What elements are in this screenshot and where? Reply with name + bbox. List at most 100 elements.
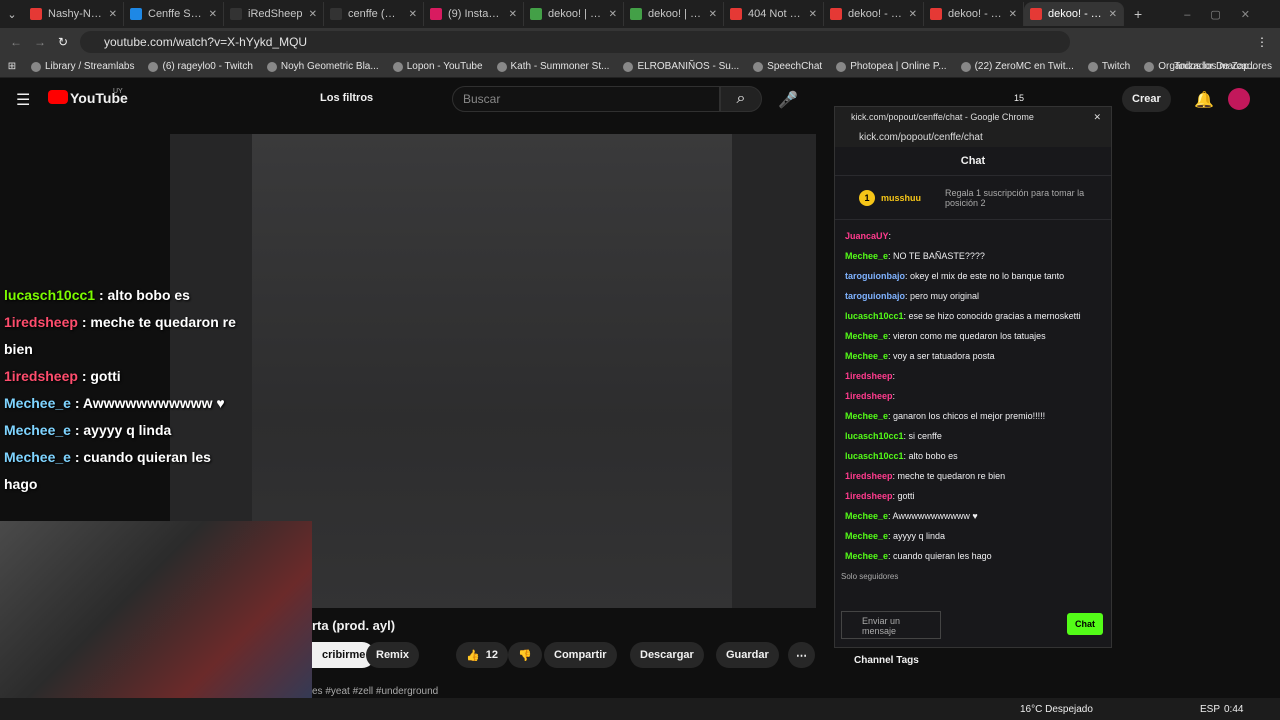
bookmark-label: Noyh Geometric Bla... xyxy=(280,61,379,72)
tab-close-icon[interactable]: ✕ xyxy=(209,9,217,20)
profile-icon[interactable]: ⋮ xyxy=(1256,35,1268,49)
overlay-chat-user: 1iredsheep xyxy=(4,314,78,330)
avatar[interactable] xyxy=(1228,88,1250,110)
back-icon[interactable]: ← xyxy=(10,35,22,49)
all-bookmarks[interactable]: Todos los marcadores xyxy=(1174,61,1272,72)
create-button[interactable]: Crear xyxy=(1122,86,1171,112)
browser-tab[interactable]: cenffe (@cenffe) ✕ xyxy=(324,2,424,26)
tab-close-icon[interactable]: ✕ xyxy=(609,9,617,20)
tab-close-icon[interactable]: ✕ xyxy=(309,9,317,20)
tab-favicon-icon xyxy=(730,8,742,20)
chat-username[interactable]: lucasch10cc1 xyxy=(845,451,904,461)
remix-button[interactable]: Remix xyxy=(366,642,420,668)
chat-username[interactable]: 1iredsheep xyxy=(845,471,893,481)
chat-username[interactable]: taroguionbajo xyxy=(845,291,905,301)
more-button[interactable]: ⋯ xyxy=(788,642,815,668)
chat-username[interactable]: Mechee_e xyxy=(845,351,888,361)
forward-icon[interactable]: → xyxy=(34,35,46,49)
channel-tags[interactable]: Channel Tags xyxy=(854,655,919,666)
bookmark-label: Lopon - YouTube xyxy=(406,61,483,72)
tab-close-icon[interactable]: ✕ xyxy=(1109,9,1117,20)
apps-icon[interactable]: ⊞ xyxy=(0,61,24,72)
tab-close-icon[interactable]: ✕ xyxy=(109,9,117,20)
chat-username[interactable]: 1iredsheep xyxy=(845,491,893,501)
chat-username[interactable]: JuancaUY xyxy=(845,231,889,241)
dislike-button[interactable]: 👎 xyxy=(508,642,542,668)
search-input[interactable]: Buscar xyxy=(452,86,720,112)
download-button[interactable]: Descargar xyxy=(630,642,704,668)
window-controls[interactable]: –▢✕ xyxy=(1184,8,1270,21)
tab-favicon-icon xyxy=(330,8,342,20)
browser-tab[interactable]: dekoo! | Spotify ✕ xyxy=(624,2,724,26)
browser-tab[interactable]: 404 Not Found ✕ xyxy=(724,2,824,26)
bookmark-item[interactable]: Twitch xyxy=(1081,61,1137,72)
chat-username[interactable]: Mechee_e xyxy=(845,551,888,561)
tab-close-icon[interactable]: ✕ xyxy=(809,9,817,20)
share-button[interactable]: Compartir xyxy=(544,642,617,668)
popup-close-icon[interactable]: ✕ xyxy=(1093,112,1101,123)
tab-favicon-icon xyxy=(430,8,442,20)
chat-messages: JuancaUY: Mechee_e: NO TE BAÑASTE???? taro… xyxy=(835,220,1111,566)
mic-icon[interactable]: 🎤 xyxy=(778,90,798,110)
like-button[interactable]: 👍 12 xyxy=(456,642,508,668)
bookmark-item[interactable]: Library / Streamlabs xyxy=(24,61,141,72)
overlay-chat-user: Mechee_e xyxy=(4,422,71,438)
share-label: Compartir xyxy=(554,649,607,661)
browser-tab[interactable]: dekoo! - Ya no ✕ xyxy=(1024,2,1124,26)
tab-close-icon[interactable]: ✕ xyxy=(709,9,717,20)
browser-tab[interactable]: (9) Instagram ✕ xyxy=(424,2,524,26)
kick-chat-popup: kick.com/popout/cenffe/chat - Google Chr… xyxy=(834,106,1112,648)
bookmark-item[interactable]: SpeechChat xyxy=(746,61,829,72)
tab-favicon-icon xyxy=(30,8,42,20)
chat-username[interactable]: 1iredsheep xyxy=(845,371,893,381)
overlay-chat-user: Mechee_e xyxy=(4,449,71,465)
tab-search-icon[interactable]: ⌄ xyxy=(0,8,24,21)
bookmark-item[interactable]: Noyh Geometric Bla... xyxy=(260,61,386,72)
chat-username[interactable]: Mechee_e xyxy=(845,331,888,341)
tab-close-icon[interactable]: ✕ xyxy=(509,9,517,20)
send-button[interactable]: Chat xyxy=(1067,613,1103,635)
filters-button[interactable]: Los filtros xyxy=(320,92,373,104)
tab-close-icon[interactable]: ✕ xyxy=(409,9,417,20)
bookmark-item[interactable]: (6) rageylo0 - Twitch xyxy=(141,61,259,72)
video-frame xyxy=(252,134,732,608)
chat-username[interactable]: 1iredsheep xyxy=(845,391,893,401)
chat-username[interactable]: Mechee_e xyxy=(845,251,888,261)
bookmark-item[interactable]: Photopea | Online P... xyxy=(829,61,953,72)
tab-close-icon[interactable]: ✕ xyxy=(1009,9,1017,20)
chat-username[interactable]: taroguionbajo xyxy=(845,271,905,281)
chat-text: : vieron como me quedaron los tatuajes xyxy=(888,331,1046,341)
chat-username[interactable]: Mechee_e xyxy=(845,411,888,421)
bookmark-label: SpeechChat xyxy=(767,61,823,72)
browser-tab[interactable]: Nashy-Nashai ✕ xyxy=(24,2,124,26)
chat-message: taroguionbajo: pero muy original xyxy=(835,286,1111,306)
new-tab-button[interactable]: + xyxy=(1124,6,1152,22)
browser-tab[interactable]: dekoo! - llorar ✕ xyxy=(824,2,924,26)
search-icon[interactable]: ⌕ xyxy=(720,86,762,112)
bookmark-item[interactable]: ELROBANIÑOS - Su... xyxy=(616,61,746,72)
tab-close-icon[interactable]: ✕ xyxy=(909,9,917,20)
chat-input[interactable]: Enviar un mensaje xyxy=(841,611,941,639)
bookmark-label: Photopea | Online P... xyxy=(850,61,947,72)
chat-username[interactable]: Mechee_e xyxy=(845,531,888,541)
chat-message: lucasch10cc1: ese se hizo conocido graci… xyxy=(835,306,1111,326)
chat-username[interactable]: lucasch10cc1 xyxy=(845,311,904,321)
url-input[interactable]: youtube.com/watch?v=X-hYykd_MQU xyxy=(80,31,1070,53)
browser-tab[interactable]: dekoo! | Instagram ✕ xyxy=(524,2,624,26)
bookmark-item[interactable]: Kath - Summoner St... xyxy=(490,61,617,72)
reload-icon[interactable]: ↻ xyxy=(58,35,68,49)
youtube-logo-icon[interactable] xyxy=(48,90,68,104)
bookmark-favicon-icon xyxy=(960,61,971,72)
browser-tab[interactable]: Cenffe Stream ✕ xyxy=(124,2,224,26)
chat-username[interactable]: lucasch10cc1 xyxy=(845,431,904,441)
save-button[interactable]: Guardar xyxy=(716,642,779,668)
browser-tab[interactable]: iRedSheep ✕ xyxy=(224,2,324,26)
browser-tab[interactable]: dekoo! - YouTube ✕ xyxy=(924,2,1024,26)
bookmark-item[interactable]: Lopon - YouTube xyxy=(386,61,490,72)
chat-message: Mechee_e: ganaron los chicos el mejor pr… xyxy=(835,406,1111,426)
chat-username[interactable]: Mechee_e xyxy=(845,511,888,521)
bell-icon[interactable]: 🔔 xyxy=(1194,90,1214,110)
menu-icon[interactable]: ☰ xyxy=(16,90,30,110)
tab-title: 404 Not Found xyxy=(748,8,803,20)
bookmark-item[interactable]: (22) ZeroMC en Twit... xyxy=(954,61,1081,72)
